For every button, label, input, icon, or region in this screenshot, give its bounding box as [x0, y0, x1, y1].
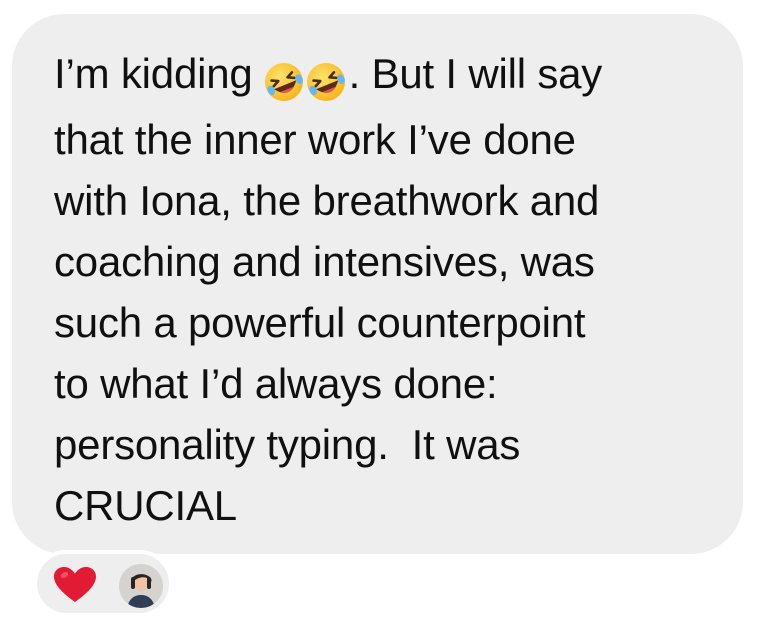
message-line-1: I’m kidding . But I will say [54, 43, 713, 109]
avatar-photo [119, 564, 163, 608]
message-line-5: such a powerful counterpoint [54, 299, 586, 346]
message-line-1-end: . But I will say [348, 50, 603, 97]
message-line-1-start: I’m kidding [54, 50, 253, 97]
avatar[interactable] [119, 564, 163, 608]
message-line-6: to what I’d always done: [54, 360, 498, 407]
laughing-emoji-group [263, 48, 347, 109]
reaction-pill[interactable] [33, 550, 173, 617]
red-heart-icon [54, 567, 96, 602]
rolling-on-floor-laughing-icon [306, 62, 345, 101]
message-line-3: with Iona, the breathwork and [54, 177, 600, 224]
message-bubble[interactable]: I’m kidding . But I will say that the in… [12, 14, 743, 554]
message-line-8: CRUCIAL [54, 482, 237, 529]
message-line-7: personality typing. It was [54, 421, 521, 468]
message-line-2: that the inner work I’ve done [54, 116, 576, 163]
rolling-on-floor-laughing-icon [264, 62, 303, 101]
message-text: I’m kidding . But I will say that the in… [54, 43, 713, 536]
message-line-4: coaching and intensives, was [54, 238, 595, 285]
